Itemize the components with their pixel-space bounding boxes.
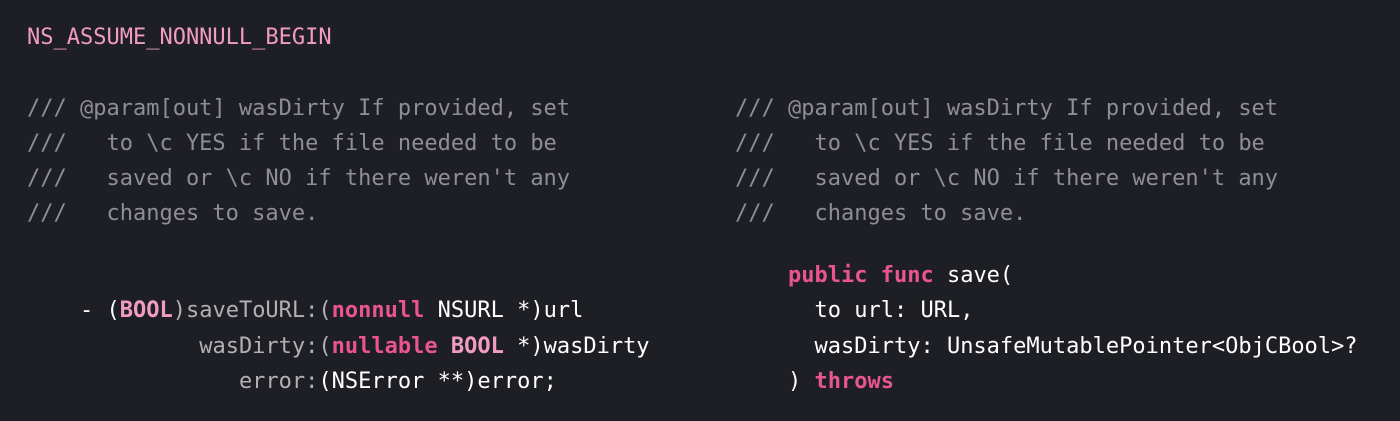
selector-part: error: <box>238 369 319 394</box>
func-decl-line-3: wasDirty: UnsafeMutablePointer<ObjCBool>… <box>735 308 1357 359</box>
assume-nonnull-macro: NS_ASSUME_NONNULL_BEGIN <box>27 25 332 50</box>
method-decl-line-1: - (BOOL)saveToURL:(nonnull NSURL *)url <box>27 272 583 323</box>
doc-comment-line: /// to \c YES if the file needed to be <box>735 131 1265 156</box>
doc-comment-line: /// changes to save. <box>735 201 1027 226</box>
doc-comment-line: /// to \c YES if the file needed to be <box>27 131 557 156</box>
doc-comment-line: /// saved or \c NO if there weren't any <box>27 166 571 191</box>
doc-comment-line: /// saved or \c NO if there weren't any <box>735 166 1279 191</box>
swift-code-pane: /// @param[out] wasDirty If provided, se… <box>735 0 1390 415</box>
func-decl-line-4: ) throws <box>735 343 894 394</box>
doc-comment-line: /// @param[out] wasDirty If provided, se… <box>27 96 571 121</box>
throws-keyword: throws <box>814 369 894 394</box>
objc-code-pane: NS_ASSUME_NONNULL_BEGIN /// @param[out] … <box>27 0 707 415</box>
method-decl-line-2: wasDirty:(nullable BOOL *)wasDirty <box>27 308 649 359</box>
doc-comment-line: /// changes to save. <box>27 201 319 226</box>
func-decl-line-1: public func save( <box>735 237 1013 288</box>
close-paren: ) <box>787 369 815 394</box>
method-decl-line-3: error:(NSError **)error; <box>27 343 557 394</box>
param-type: : UnsafeMutablePointer<ObjCBool>? <box>920 334 1358 359</box>
doc-comment-line: /// @param[out] wasDirty If provided, se… <box>735 96 1279 121</box>
func-decl-line-2: to url: URL, <box>735 272 973 323</box>
param-type: (NSError **)error; <box>318 369 557 394</box>
